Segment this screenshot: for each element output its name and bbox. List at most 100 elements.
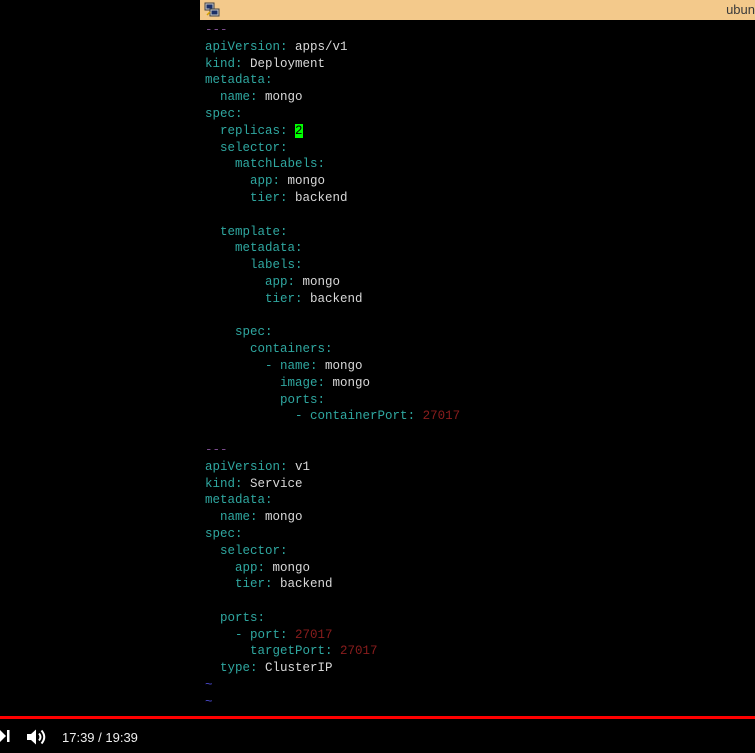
terminal-token: - [205,358,281,373]
terminal-token: ~ [205,694,213,709]
terminal-line: metadata: [205,492,460,509]
terminal-token: spec [205,325,266,340]
terminal-token: : [287,274,303,289]
terminal-token: app [205,274,288,289]
terminal-token: : [325,644,341,659]
terminal-line: app: mongo [205,560,460,577]
terminal-token: : [235,56,251,71]
terminal-token: mongo [302,274,341,289]
terminal-token: --- [205,23,228,37]
terminal-token: : [325,342,333,357]
terminal-token: : [257,560,273,575]
terminal-token: port [250,627,281,642]
terminal-token: : [257,610,266,625]
terminal-token: 27017 [340,644,378,659]
terminal-token: app [205,174,273,189]
terminal-token: replicas [205,123,281,138]
terminal-token: template [205,224,281,239]
terminal-token: mongo [265,510,303,525]
terminal-token: : [317,375,333,390]
terminal-token: : [317,392,326,407]
video-progress-bar[interactable] [0,716,755,719]
terminal-token: kind [205,56,236,71]
terminal-token: : [235,106,243,121]
terminal-token: metadata [205,73,266,88]
terminal-token: tier [205,577,266,592]
terminal-titlebar[interactable]: ubun [200,0,755,20]
text-cursor: 2 [295,123,303,138]
terminal-token: ClusterIP [265,661,333,676]
terminal-token: backend [295,190,348,205]
terminal-token: name [280,358,311,373]
terminal-token: targetPort [205,644,326,659]
video-player-controls: 17:39 / 19:39 [0,716,755,753]
terminal-token: : [280,627,296,642]
terminal-token: apiVersion [205,459,281,474]
terminal-token: kind [205,476,236,491]
terminal-token: mongo [287,174,326,189]
terminal-token: : [265,577,281,592]
terminal-token: : [250,661,266,676]
terminal-token: - [205,409,311,424]
terminal-line: metadata: [205,240,460,257]
terminal-token: 27017 [422,409,461,424]
terminal-token: apiVersion [205,39,281,54]
terminal-token: : [272,174,288,189]
terminal-token: : [317,157,326,172]
terminal-token: : [280,123,296,138]
terminal-token: mongo [272,560,311,575]
time-display: 17:39 / 19:39 [62,730,138,745]
terminal-token: spec [205,106,236,121]
terminal-line: replicas: 2 [205,123,460,140]
terminal-token: mongo [332,375,371,390]
terminal-token: mongo [325,358,363,373]
terminal-line: app: mongo [205,173,460,190]
terminal-line: tier: backend [205,190,460,207]
terminal-token: : [310,358,326,373]
terminal-token: image [205,375,318,390]
terminal-line: name: mongo [205,89,460,106]
terminal-token: : [295,291,311,306]
terminal-token: : [295,258,303,273]
terminal-line: containers: [205,341,460,358]
terminal-token: Deployment [250,56,326,71]
putty-icon [204,2,220,18]
terminal-line: selector: [205,543,460,560]
terminal-line: type: ClusterIP [205,660,460,677]
terminal-token: name [205,510,251,525]
terminal-line: apiVersion: apps/v1 [205,39,460,56]
terminal-line: template: [205,224,460,241]
terminal-token: ports [205,392,318,407]
terminal-token: --- [205,442,228,457]
volume-icon[interactable] [26,728,48,746]
terminal-line: targetPort: 27017 [205,643,460,660]
terminal-token: backend [310,291,363,306]
terminal-token: : [265,73,273,88]
terminal-line: - port: 27017 [205,627,460,644]
terminal-token: v1 [295,459,311,474]
terminal-token: : [407,409,423,424]
terminal-line: kind: Service [205,476,460,493]
terminal-token: backend [280,577,333,592]
terminal-line: ports: [205,392,460,409]
terminal-line: - name: mongo [205,358,460,375]
terminal-line: labels: [205,257,460,274]
terminal-screen[interactable]: --- apiVersion: apps/v1 kind: Deployment me… [200,20,755,720]
terminal-token: tier [205,291,296,306]
next-icon[interactable] [0,729,10,743]
yaml-editor-buffer: --- apiVersion: apps/v1 kind: Deployment me… [205,22,460,720]
terminal-line: image: mongo [205,375,460,392]
terminal-line: selector: [205,140,460,157]
terminal-token: type [205,661,251,676]
terminal-token: : [250,90,266,105]
terminal-token: : [280,543,288,558]
terminal-token: containerPort [310,409,408,424]
terminal-line: apiVersion: v1 [205,459,460,476]
terminal-line: tier: backend [205,576,460,593]
terminal-token: metadata [205,493,266,508]
terminal-token: : [235,476,251,491]
